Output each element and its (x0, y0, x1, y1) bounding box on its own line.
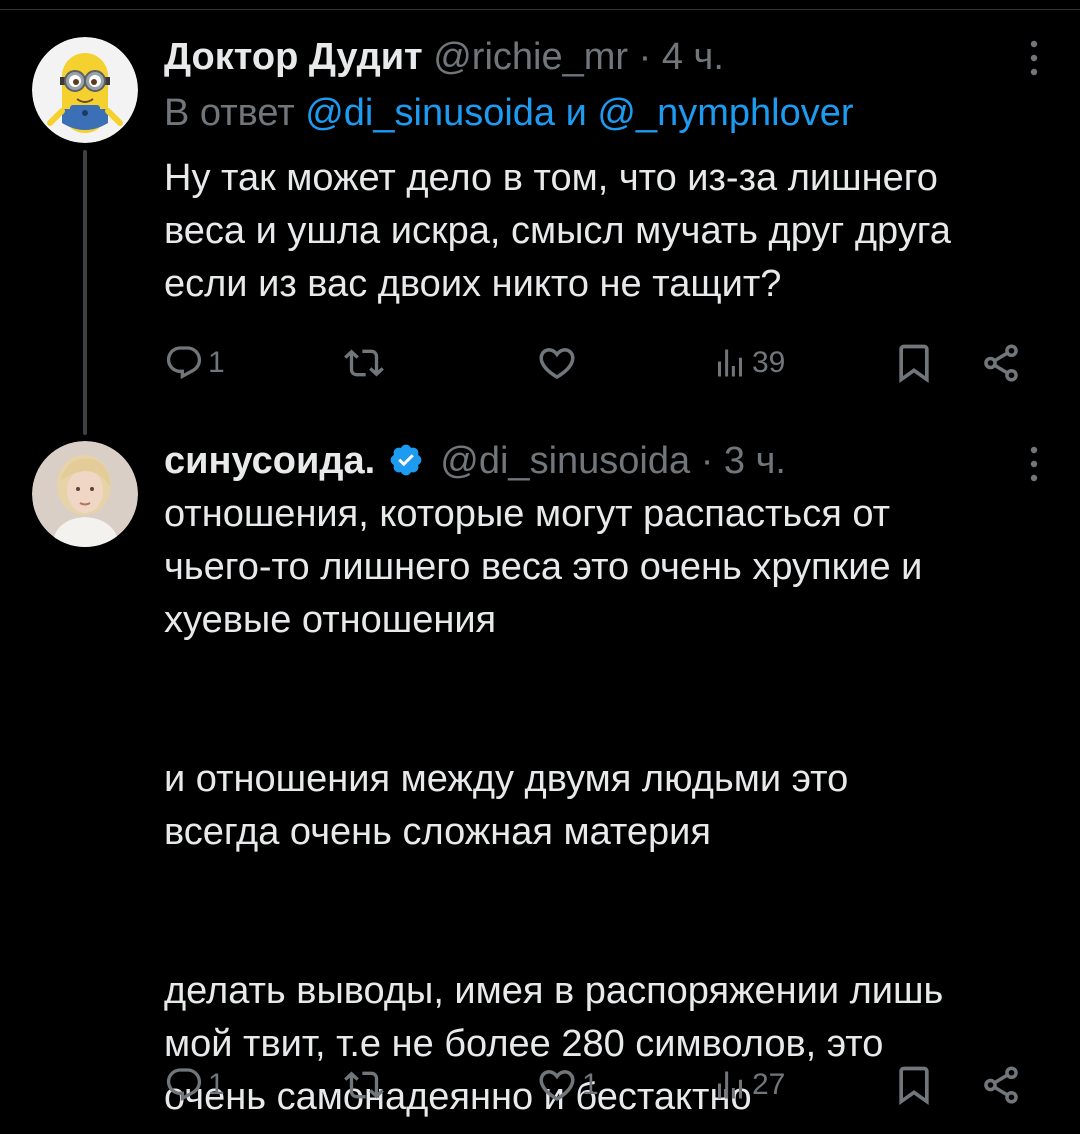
woman-portrait-avatar-icon (32, 441, 138, 547)
views-count: 27 (752, 1068, 786, 1101)
heart-icon (539, 1070, 575, 1102)
views-button[interactable]: 39 (712, 338, 785, 388)
bookmark-button[interactable] (892, 338, 936, 388)
verified-badge-icon (390, 444, 422, 476)
like-button[interactable]: 1 (536, 1060, 599, 1110)
tweet-text: отношения, которые могут распасться от ч… (164, 493, 944, 1118)
tweet[interactable]: синусоида. @di_sinusoida · 3 ч. отношени… (0, 430, 1080, 1134)
heart-icon (539, 348, 575, 380)
retweet-icon (344, 349, 384, 377)
reply-count: 1 (208, 346, 225, 379)
timestamp[interactable]: 3 ч. (724, 440, 786, 482)
bookmark-button[interactable] (892, 1060, 936, 1110)
tweet-header: Доктор Дудит @richie_mr · 4 ч. (164, 34, 724, 80)
tweet-text: Ну так может дело в том, что из-за лишне… (164, 157, 951, 305)
user-handle[interactable]: @di_sinusoida (440, 440, 690, 482)
share-icon (984, 344, 1018, 382)
tweet-header: синусоида. @di_sinusoida · 3 ч. (164, 438, 786, 484)
retweet-button[interactable] (344, 1060, 388, 1110)
views-icon (718, 349, 742, 377)
share-icon (984, 1066, 1018, 1104)
reply-prefix: В ответ (164, 92, 295, 134)
display-name[interactable]: Доктор Дудит (164, 36, 423, 78)
bookmark-icon (899, 1066, 929, 1106)
reply-count: 1 (208, 1068, 225, 1101)
retweet-icon (344, 1071, 384, 1099)
reply-to-line: В ответ @di_sinusoida и @_nymphlover (164, 90, 854, 136)
more-options-icon[interactable] (1028, 444, 1040, 484)
reply-conjunction: и (565, 92, 587, 134)
reply-mention[interactable]: @di_sinusoida (305, 92, 555, 134)
minion-avatar-icon (32, 37, 138, 143)
timestamp[interactable]: 4 ч. (662, 36, 724, 78)
like-button[interactable] (536, 338, 582, 388)
thread-connector-line (83, 150, 87, 435)
views-icon (718, 1071, 742, 1099)
display-name[interactable]: синусоида. (164, 440, 375, 482)
reply-icon (166, 1068, 202, 1102)
views-button[interactable]: 27 (712, 1060, 785, 1110)
avatar[interactable] (32, 441, 138, 547)
reply-button[interactable]: 1 (164, 1060, 225, 1110)
reply-mention[interactable]: @_nymphlover (597, 92, 853, 134)
separator-dot: · (700, 440, 714, 482)
avatar[interactable] (32, 37, 138, 143)
share-button[interactable] (980, 338, 1022, 388)
retweet-button[interactable] (344, 338, 388, 388)
bookmark-icon (899, 344, 929, 384)
views-count: 39 (752, 346, 786, 379)
user-handle[interactable]: @richie_mr (433, 36, 628, 78)
tweet-actions: 1 39 (164, 338, 1044, 388)
share-button[interactable] (980, 1060, 1022, 1110)
reply-icon (166, 346, 202, 380)
tweet[interactable]: Доктор Дудит @richie_mr · 4 ч. В ответ @… (0, 0, 1080, 435)
like-count: 1 (582, 1068, 599, 1101)
tweet-actions: 1 1 27 (164, 1060, 1044, 1110)
separator-dot: · (638, 36, 652, 78)
reply-button[interactable]: 1 (164, 338, 225, 388)
more-options-icon[interactable] (1028, 38, 1040, 78)
